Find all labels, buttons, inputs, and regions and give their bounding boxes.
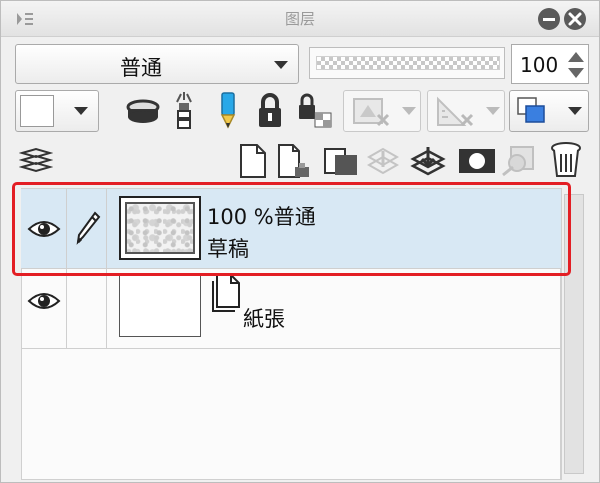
pen-icon	[76, 211, 101, 245]
blend-mode-select[interactable]: 普通	[15, 44, 299, 84]
layer-row-draft[interactable]: 100 %普通 草稿	[21, 189, 561, 269]
close-button[interactable]	[564, 8, 586, 30]
sketch-preview	[125, 202, 195, 254]
layer-panel: 图层 普通 100 100 %普通 草稿 紙張	[0, 0, 600, 483]
stepper-down-icon[interactable]	[568, 68, 584, 78]
layer-opacity-blend: 100 %普通	[207, 205, 316, 229]
delete-layer-icon[interactable]	[549, 141, 583, 179]
edit-target-toggle[interactable]	[67, 269, 107, 348]
color-chip-icon	[517, 97, 545, 123]
reference-layer-icon[interactable]	[167, 92, 201, 130]
ruler-button[interactable]	[427, 90, 505, 132]
visibility-toggle[interactable]	[21, 189, 67, 268]
transfer-down-icon[interactable]	[365, 145, 401, 177]
chevron-down-icon	[274, 61, 288, 69]
close-icon	[568, 12, 582, 26]
add-layer-mask-icon[interactable]	[457, 147, 497, 175]
ruler-disabled-icon	[437, 96, 474, 127]
eye-icon	[27, 293, 61, 309]
eye-icon	[27, 221, 61, 237]
chevron-down-icon	[402, 107, 416, 115]
layer-actions-toolbar	[1, 141, 599, 181]
chevron-down-icon	[568, 107, 582, 115]
draft-layer-icon[interactable]	[215, 91, 241, 131]
layer-thumbnail	[119, 273, 201, 337]
new-vector-layer-icon[interactable]	[277, 143, 313, 179]
minimize-button[interactable]	[538, 8, 560, 30]
layer-color-chip-button[interactable]	[509, 90, 589, 132]
layer-name: 紙張	[243, 307, 285, 331]
color-swatch	[20, 95, 54, 127]
lock-icon[interactable]	[255, 91, 285, 129]
clip-to-layer-icon[interactable]	[123, 94, 163, 128]
scrollbar-thumb[interactable]	[564, 194, 584, 474]
mask-disabled-icon	[353, 98, 390, 127]
layer-list-scrollbar[interactable]	[561, 188, 587, 480]
paper-layer-icon	[212, 274, 240, 312]
opacity-stepper[interactable]: 100	[511, 44, 589, 84]
lock-transparent-pixels-icon[interactable]	[297, 91, 335, 129]
opacity-slider[interactable]	[309, 47, 505, 79]
new-layer-folder-icon[interactable]	[323, 145, 361, 177]
chevron-down-icon	[74, 107, 88, 115]
visibility-toggle[interactable]	[21, 269, 67, 348]
mask-button[interactable]	[343, 90, 421, 132]
blend-mode-value: 普通	[120, 56, 162, 80]
layer-thumbnail	[119, 196, 201, 260]
minimize-icon	[543, 18, 555, 21]
panel-title: 图层	[284, 10, 315, 28]
layer-row-paper[interactable]: 紙張	[21, 269, 561, 349]
opacity-slider-track	[316, 56, 500, 70]
title-bar: 图层	[1, 1, 599, 37]
chevron-down-icon	[486, 107, 500, 115]
layer-name: 草稿	[207, 237, 249, 261]
new-raster-layer-icon[interactable]	[237, 143, 269, 179]
layer-properties-icon[interactable]	[19, 147, 53, 175]
apply-mask-icon[interactable]	[501, 145, 537, 177]
edit-target-toggle[interactable]	[67, 189, 107, 268]
layer-color-button[interactable]	[15, 90, 99, 132]
opacity-value: 100	[520, 53, 559, 77]
stepper-up-icon[interactable]	[568, 52, 584, 62]
merge-down-icon[interactable]	[409, 145, 447, 177]
